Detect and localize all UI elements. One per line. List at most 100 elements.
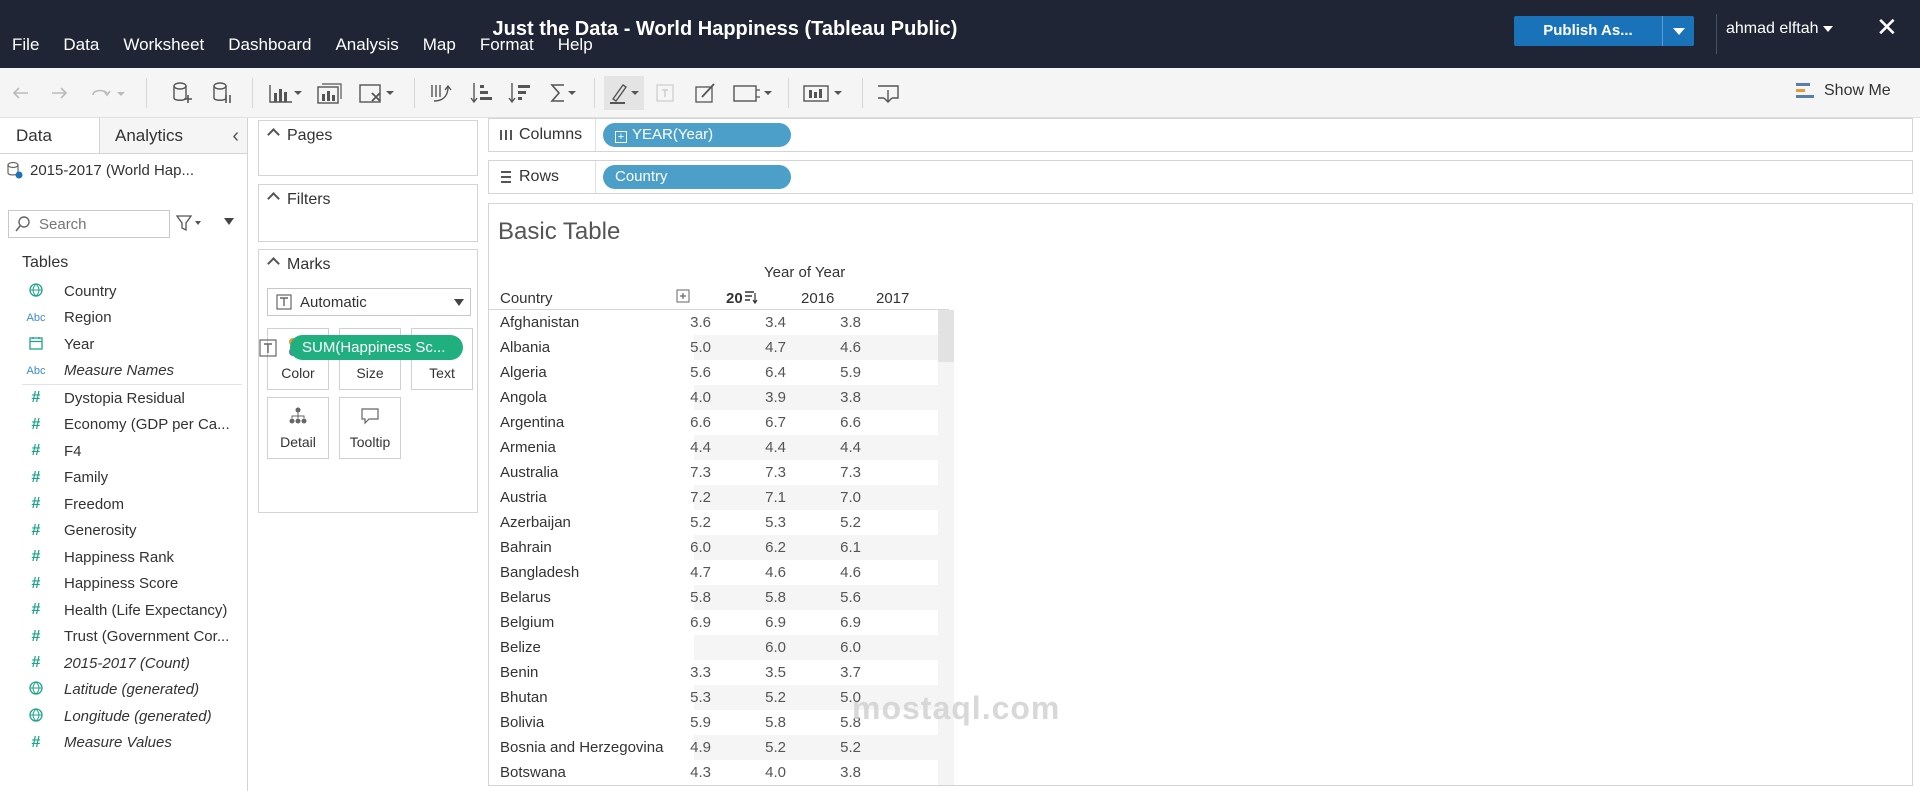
value-cell[interactable]: 6.0 [746, 639, 786, 656]
table-row[interactable]: Azerbaijan 5.2 5.3 5.2 [489, 510, 949, 535]
row-header-country[interactable]: Country [500, 290, 553, 307]
table-row[interactable]: Australia 7.3 7.3 7.3 [489, 460, 949, 485]
table-row[interactable]: Argentina 6.6 6.7 6.6 [489, 410, 949, 435]
value-cell[interactable]: 3.7 [821, 664, 861, 681]
value-cell[interactable]: 5.0 [671, 339, 711, 356]
country-cell[interactable]: Bhutan [500, 689, 548, 706]
redo-icon[interactable] [48, 80, 72, 106]
table-row[interactable]: Armenia 4.4 4.4 4.4 [489, 435, 949, 460]
value-cell[interactable]: 7.3 [671, 464, 711, 481]
search-input[interactable] [39, 215, 149, 233]
value-cell[interactable]: 4.6 [821, 339, 861, 356]
value-cell[interactable]: 7.3 [821, 464, 861, 481]
detail-button[interactable]: Detail [267, 397, 329, 459]
close-icon[interactable]: ✕ [1876, 12, 1898, 42]
value-cell[interactable]: 4.4 [821, 439, 861, 456]
sort-descending-icon[interactable] [508, 80, 534, 106]
table-row[interactable]: Belgium 6.9 6.9 6.9 [489, 610, 949, 635]
value-cell[interactable]: 7.2 [671, 489, 711, 506]
publish-button-label[interactable]: Publish As... [1514, 16, 1662, 46]
value-cell[interactable]: 4.7 [671, 564, 711, 581]
value-cell[interactable]: 4.4 [746, 439, 786, 456]
field-happiness-rank[interactable]: # Happiness Rank [0, 544, 248, 571]
value-cell[interactable]: 5.2 [746, 689, 786, 706]
table-row[interactable]: Bangladesh 4.7 4.6 4.6 [489, 560, 949, 585]
user-menu[interactable]: ahmad elftah [1726, 20, 1833, 38]
presentation-mode-icon[interactable] [802, 80, 846, 106]
filter-fields-icon[interactable] [175, 214, 204, 237]
column-header-year-2[interactable]: 2016 [801, 290, 834, 307]
country-cell[interactable]: Afghanistan [500, 314, 579, 331]
value-cell[interactable]: 4.0 [746, 764, 786, 781]
value-cell[interactable]: 3.8 [821, 314, 861, 331]
scrollbar-thumb[interactable] [938, 310, 954, 362]
table-row[interactable]: Bahrain 6.0 6.2 6.1 [489, 535, 949, 560]
sort-ascending-icon[interactable] [470, 80, 496, 106]
table-row[interactable]: Algeria 5.6 6.4 5.9 [489, 360, 949, 385]
field-economy-gdp-per-ca[interactable]: # Economy (GDP per Ca... [0, 412, 248, 439]
field-trust-government-cor[interactable]: # Trust (Government Cor... [0, 624, 248, 651]
publish-button[interactable]: Publish As... [1514, 16, 1694, 46]
country-cell[interactable]: Azerbaijan [500, 514, 571, 531]
field-measure-values[interactable]: # Measure Values [0, 730, 248, 757]
value-cell[interactable]: 7.1 [746, 489, 786, 506]
field-health-life-expectancy[interactable]: # Health (Life Expectancy) [0, 597, 248, 624]
field-freedom[interactable]: # Freedom [0, 491, 248, 518]
value-cell[interactable]: 5.2 [821, 514, 861, 531]
new-datasource-icon[interactable] [170, 80, 194, 106]
value-cell[interactable]: 6.0 [821, 639, 861, 656]
value-cell[interactable]: 5.8 [671, 589, 711, 606]
field-dystopia-residual[interactable]: # Dystopia Residual [0, 385, 248, 412]
field-year[interactable]: Year [0, 331, 248, 358]
country-cell[interactable]: Bangladesh [500, 564, 579, 581]
country-cell[interactable]: Argentina [500, 414, 564, 431]
search-field[interactable] [8, 210, 170, 238]
value-cell[interactable]: 6.4 [746, 364, 786, 381]
tab-analytics[interactable]: Analytics [100, 118, 247, 153]
expand-icon[interactable] [676, 289, 690, 307]
country-cell[interactable]: Angola [500, 389, 547, 406]
value-cell[interactable]: 5.2 [746, 739, 786, 756]
value-cell[interactable]: 7.3 [746, 464, 786, 481]
column-header-year-3[interactable]: 2017 [876, 290, 909, 307]
chevron-down-icon[interactable] [224, 218, 234, 225]
table-row[interactable]: Angola 4.0 3.9 3.8 [489, 385, 949, 410]
duplicate-sheet-icon[interactable] [316, 80, 342, 106]
country-pill[interactable]: Country [603, 165, 791, 189]
value-cell[interactable]: 3.3 [671, 664, 711, 681]
tooltip-button[interactable]: Tooltip [339, 397, 401, 459]
value-cell[interactable]: 5.3 [746, 514, 786, 531]
fit-icon[interactable] [732, 80, 774, 106]
country-cell[interactable]: Belarus [500, 589, 551, 606]
mark-type-select[interactable]: Automatic [267, 288, 471, 316]
table-row[interactable]: Belarus 5.8 5.8 5.6 [489, 585, 949, 610]
undo-icon[interactable] [8, 80, 32, 106]
measure-pill[interactable]: SUM(Happiness Sc... [290, 335, 463, 360]
group-members-icon[interactable] [654, 80, 676, 106]
value-cell[interactable]: 4.3 [671, 764, 711, 781]
value-cell[interactable]: 6.9 [671, 614, 711, 631]
field-longitude-generated[interactable]: Longitude (generated) [0, 703, 248, 730]
value-cell[interactable]: 5.2 [671, 514, 711, 531]
collapse-pane-icon[interactable]: ‹ [232, 118, 239, 154]
country-cell[interactable]: Armenia [500, 439, 556, 456]
value-cell[interactable]: 4.0 [671, 389, 711, 406]
value-cell[interactable]: 4.6 [821, 564, 861, 581]
table-row[interactable]: Austria 7.2 7.1 7.0 [489, 485, 949, 510]
show-me-button[interactable]: Show Me [1796, 82, 1891, 100]
value-cell[interactable]: 4.4 [671, 439, 711, 456]
value-cell[interactable]: 6.0 [671, 539, 711, 556]
table-row[interactable]: Afghanistan 3.6 3.4 3.8 [489, 310, 949, 335]
field-measure-names[interactable]: Abc Measure Names [0, 358, 248, 385]
country-cell[interactable]: Algeria [500, 364, 547, 381]
swap-rows-columns-icon[interactable] [428, 80, 454, 106]
value-cell[interactable]: 5.3 [671, 689, 711, 706]
country-cell[interactable]: Australia [500, 464, 558, 481]
columns-shelf[interactable]: Columns + YEAR(Year) [488, 118, 1913, 152]
country-cell[interactable]: Botswana [500, 764, 566, 781]
value-cell[interactable]: 3.8 [821, 389, 861, 406]
table-row[interactable]: Botswana 4.3 4.0 3.8 [489, 760, 949, 785]
country-cell[interactable]: Belize [500, 639, 541, 656]
country-cell[interactable]: Albania [500, 339, 550, 356]
expand-icon[interactable]: + [615, 131, 627, 143]
